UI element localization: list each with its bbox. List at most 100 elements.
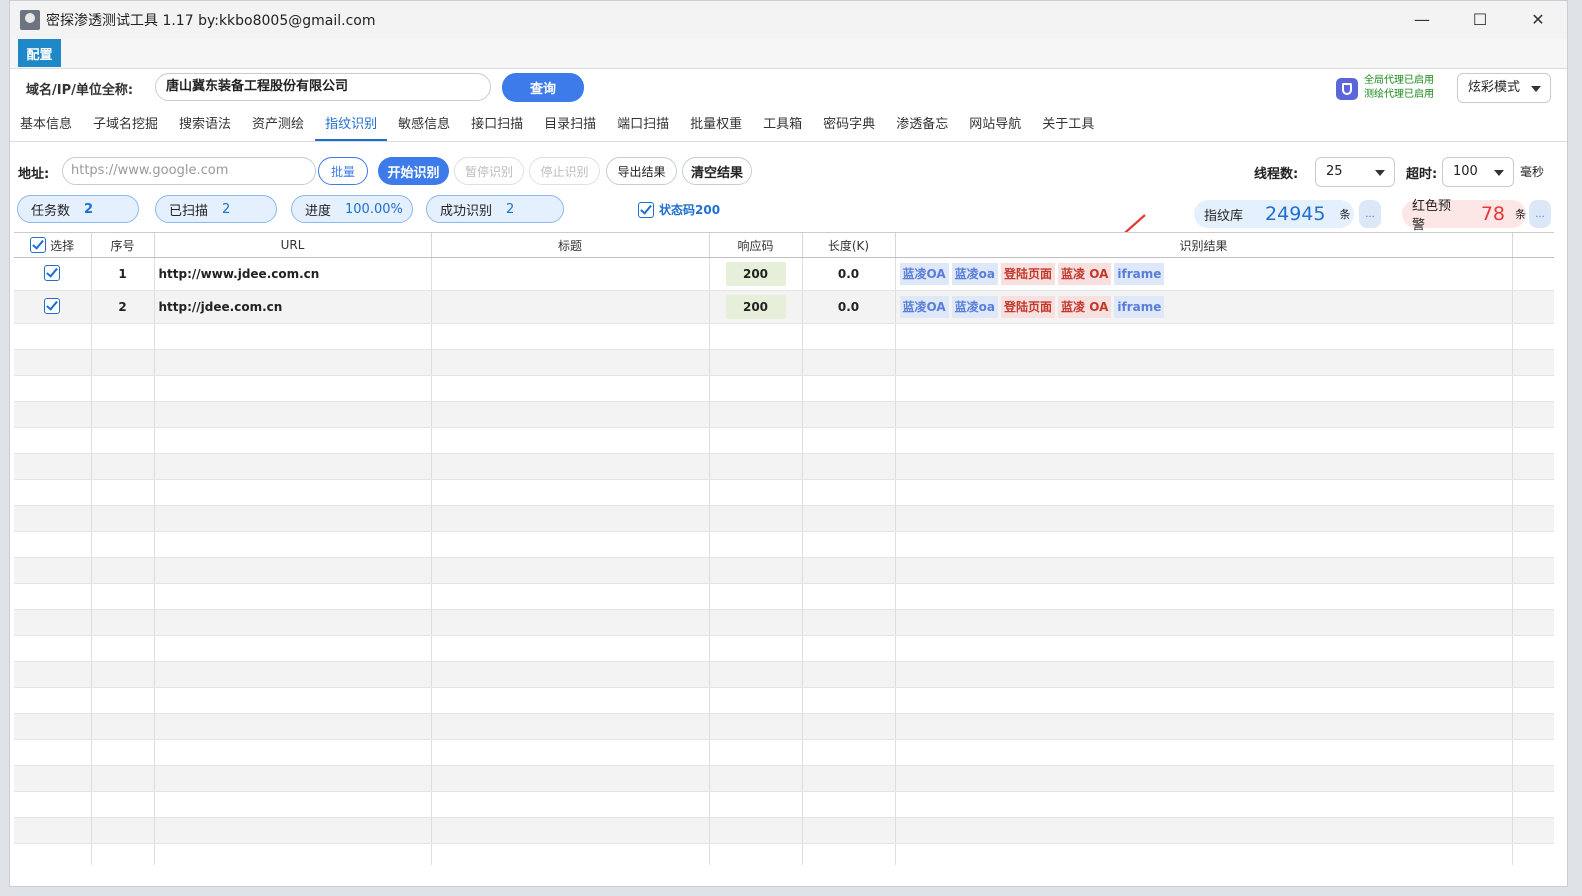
- empty-row: [14, 765, 1554, 792]
- result-tag: 蓝凌OA: [899, 263, 949, 285]
- fingerprint-db-badge: 指纹库 24945 条: [1194, 200, 1354, 228]
- tab-12[interactable]: 渗透备忘: [886, 109, 958, 141]
- empty-row: [14, 739, 1554, 766]
- checkbox-icon[interactable]: [638, 201, 654, 218]
- fingerprint-more-button[interactable]: ...: [1359, 200, 1381, 228]
- threads-select[interactable]: 25: [1315, 157, 1395, 187]
- result-tag: iframe: [1114, 296, 1165, 318]
- tab-14[interactable]: 关于工具: [1032, 109, 1104, 141]
- row-select-cell[interactable]: [14, 290, 92, 324]
- empty-row: [14, 531, 1554, 558]
- stop-button[interactable]: 停止识别: [529, 157, 600, 185]
- threads-value: 25: [1326, 164, 1343, 179]
- empty-row: [14, 375, 1554, 402]
- tab-11[interactable]: 密码字典: [813, 109, 885, 141]
- tab-1[interactable]: 子域名挖掘: [83, 109, 168, 141]
- row-status-code: 200: [725, 262, 786, 286]
- tab-6[interactable]: 接口扫描: [461, 109, 533, 141]
- result-tag: 蓝凌OA: [899, 296, 949, 318]
- tab-10[interactable]: 工具箱: [753, 109, 812, 141]
- column-header-status-code[interactable]: 响应码: [709, 233, 803, 258]
- title-bar: 密探渗透测试工具 1.17 by:kkbo8005@gmail.com — ☐ …: [10, 1, 1567, 38]
- timeout-unit: 毫秒: [1520, 165, 1545, 179]
- result-tag: 蓝凌oa: [951, 263, 999, 285]
- address-label: 地址:: [18, 167, 50, 182]
- row-checkbox[interactable]: [44, 297, 61, 314]
- column-header-url[interactable]: URL: [154, 233, 432, 258]
- domain-input[interactable]: 唐山冀东装备工程股份有限公司: [155, 73, 491, 101]
- tab-5[interactable]: 敏感信息: [388, 109, 460, 141]
- red-alert-count: 78: [1480, 203, 1505, 225]
- row-length: 0.0: [802, 290, 896, 324]
- row-checkbox[interactable]: [44, 264, 61, 281]
- row-url[interactable]: http://jdee.com.cn: [154, 290, 432, 324]
- row-select-cell[interactable]: [14, 257, 92, 291]
- pause-button[interactable]: 暂停识别: [454, 157, 524, 185]
- maximize-button[interactable]: ☐: [1451, 1, 1509, 38]
- column-header-result[interactable]: 识别结果: [895, 233, 1513, 258]
- row-title: [431, 290, 710, 324]
- results-table: 选择 序号 URL 标题 响应码 长度(K) 识别结果 1 http://www.…: [14, 232, 1554, 865]
- empty-row: [14, 349, 1554, 376]
- column-header-select[interactable]: 选择: [14, 233, 92, 258]
- minimize-button[interactable]: —: [1393, 1, 1451, 38]
- row-filler: [1512, 290, 1554, 324]
- start-button[interactable]: 开始识别: [378, 157, 449, 185]
- result-tag: 蓝凌oa: [951, 296, 999, 318]
- empty-row: [14, 687, 1554, 714]
- empty-row: [14, 401, 1554, 428]
- close-button[interactable]: ✕: [1509, 1, 1567, 38]
- batch-button[interactable]: 批量: [318, 157, 368, 185]
- stats-row: 任务数 2 已扫描 2 进度 100.00% 成功识别 2 状态码200 指纹库…: [10, 194, 1567, 233]
- tab-7[interactable]: 目录扫描: [534, 109, 606, 141]
- tab-2[interactable]: 搜索语法: [169, 109, 241, 141]
- query-button[interactable]: 查询: [502, 73, 584, 102]
- table-row[interactable]: 1 http://www.jdee.com.cn 200 0.0 蓝凌OA 蓝凌oa 登陆页…: [14, 257, 1554, 291]
- row-index: 2: [91, 290, 155, 324]
- empty-row: [14, 453, 1554, 480]
- scanned-value: 2: [222, 201, 231, 217]
- clear-button[interactable]: 清空结果: [682, 157, 752, 185]
- column-header-title[interactable]: 标题: [431, 233, 710, 258]
- row-index: 1: [91, 257, 155, 291]
- empty-row: [14, 713, 1554, 740]
- proxy-status: 全局代理已启用 测绘代理已启用: [1364, 74, 1434, 102]
- chevron-down-icon: [1375, 170, 1385, 176]
- row-result: 蓝凌OA 蓝凌oa 登陆页面 蓝凌 OA iframe: [895, 290, 1513, 324]
- result-tag: 登陆页面: [1001, 296, 1056, 318]
- table-row[interactable]: 2 http://jdee.com.cn 200 0.0 蓝凌OA 蓝凌oa 登陆页面 蓝凌 …: [14, 290, 1554, 324]
- red-alert-more-button[interactable]: ...: [1529, 200, 1551, 228]
- row-result: 蓝凌OA 蓝凌oa 登陆页面 蓝凌 OA iframe: [895, 257, 1513, 291]
- theme-mode-select[interactable]: 炫彩模式: [1457, 73, 1551, 103]
- tab-9[interactable]: 批量权重: [680, 109, 752, 141]
- empty-row: [14, 635, 1554, 662]
- tab-8[interactable]: 端口扫描: [607, 109, 679, 141]
- select-all-checkbox[interactable]: [30, 236, 47, 253]
- progress-value: 100.00%: [345, 201, 403, 217]
- table-body: 1 http://www.jdee.com.cn 200 0.0 蓝凌OA 蓝凌oa 登陆页…: [14, 257, 1554, 865]
- row-url[interactable]: http://www.jdee.com.cn: [154, 257, 432, 291]
- status200-filter[interactable]: 状态码200: [638, 201, 720, 218]
- row-status-code: 200: [725, 295, 786, 319]
- timeout-select[interactable]: 100: [1442, 157, 1514, 187]
- tab-3[interactable]: 资产测绘: [242, 109, 314, 141]
- window-title: 密探渗透测试工具 1.17 by:kkbo8005@gmail.com: [46, 12, 376, 29]
- row-filler: [1512, 257, 1554, 291]
- proxy-global-status: 全局代理已启用: [1364, 75, 1434, 86]
- empty-row: [14, 791, 1554, 818]
- shield-icon[interactable]: [1336, 78, 1358, 100]
- column-header-length[interactable]: 长度(K): [802, 233, 896, 258]
- fingerprint-db-unit: 条: [1339, 208, 1351, 221]
- column-header-filler: [1512, 233, 1554, 258]
- tab-0[interactable]: 基本信息: [10, 109, 82, 141]
- menu-config[interactable]: 配置: [18, 39, 61, 67]
- column-header-index[interactable]: 序号: [91, 233, 155, 258]
- tab-4[interactable]: 指纹识别: [315, 109, 388, 141]
- address-input[interactable]: https://www.google.com: [62, 157, 316, 185]
- table-header-row: 选择 序号 URL 标题 响应码 长度(K) 识别结果: [14, 233, 1554, 258]
- empty-row: [14, 557, 1554, 584]
- domain-query-row: 域名/IP/单位全称: 唐山冀东装备工程股份有限公司 查询 全局代理已启用 测绘…: [10, 68, 1567, 108]
- export-button[interactable]: 导出结果: [606, 157, 677, 185]
- tab-13[interactable]: 网站导航: [959, 109, 1031, 141]
- empty-row: [14, 817, 1554, 844]
